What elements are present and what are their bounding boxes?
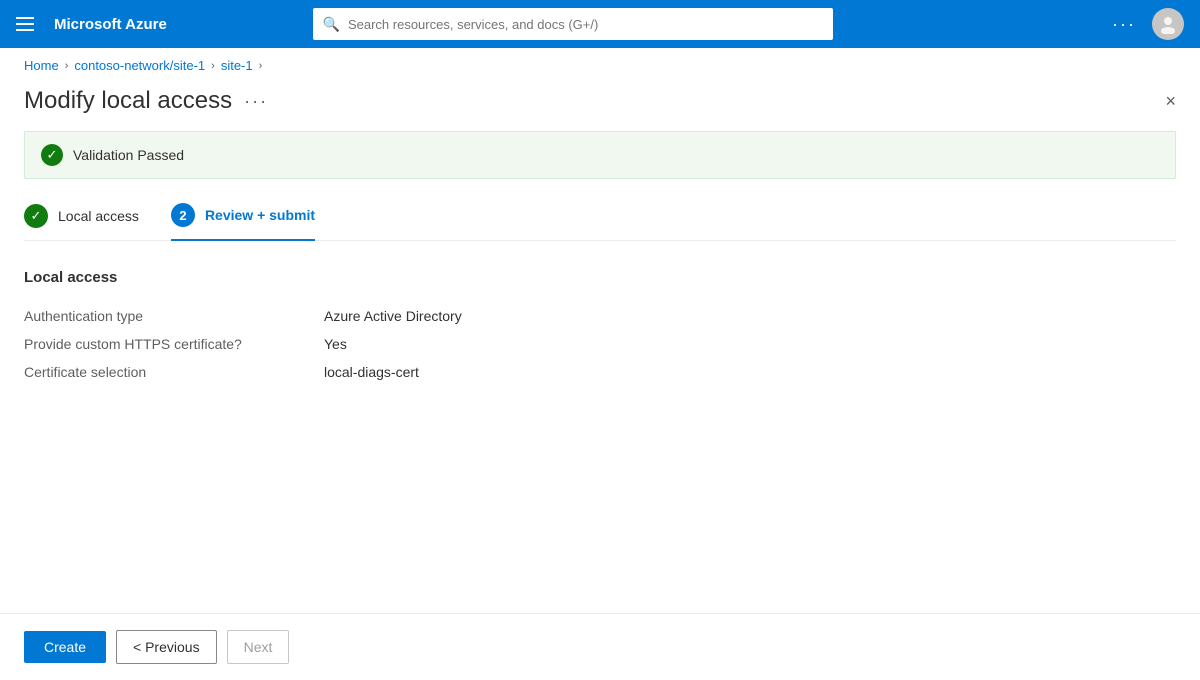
label-https-cert: Provide custom HTTPS certificate? (24, 336, 324, 352)
search-icon: 🔍 (323, 16, 340, 33)
validation-text: Validation Passed (73, 147, 184, 163)
hamburger-icon[interactable] (16, 17, 34, 31)
validation-check-icon: ✓ (41, 144, 63, 166)
local-access-section: Local access Authentication type Azure A… (24, 269, 1176, 386)
label-cert-selection: Certificate selection (24, 364, 324, 380)
brand-title: Microsoft Azure (54, 16, 167, 33)
chevron-icon-1: › (65, 60, 69, 72)
avatar[interactable] (1152, 8, 1184, 40)
step1-check-icon: ✓ (24, 204, 48, 228)
breadcrumb-site[interactable]: site-1 (221, 58, 253, 73)
page-title: Modify local access (24, 87, 232, 115)
main-content: ✓ Validation Passed ✓ Local access 2 Rev… (0, 131, 1200, 613)
label-auth-type: Authentication type (24, 308, 324, 324)
chevron-icon-2: › (211, 60, 215, 72)
nav-actions: ··· (1112, 8, 1184, 40)
step-review-submit[interactable]: 2 Review + submit (171, 203, 315, 241)
breadcrumb-network[interactable]: contoso-network/site-1 (74, 58, 205, 73)
close-icon[interactable]: × (1165, 91, 1176, 112)
next-button: Next (227, 630, 290, 664)
search-bar[interactable]: 🔍 (313, 8, 833, 40)
chevron-icon-3: › (259, 60, 263, 72)
breadcrumb: Home › contoso-network/site-1 › site-1 › (0, 48, 1200, 83)
nav-ellipsis[interactable]: ··· (1112, 14, 1136, 35)
previous-button[interactable]: < Previous (116, 630, 217, 664)
step1-label: Local access (58, 208, 139, 224)
table-row: Certificate selection local-diags-cert (24, 358, 1176, 386)
page-header-left: Modify local access ··· (24, 87, 268, 115)
footer: Create < Previous Next (0, 613, 1200, 680)
value-auth-type: Azure Active Directory (324, 308, 462, 324)
breadcrumb-home[interactable]: Home (24, 58, 59, 73)
step-local-access[interactable]: ✓ Local access (24, 204, 139, 240)
page-more-icon[interactable]: ··· (244, 91, 268, 112)
table-row: Provide custom HTTPS certificate? Yes (24, 330, 1176, 358)
create-button[interactable]: Create (24, 631, 106, 663)
search-input[interactable] (348, 17, 823, 32)
steps: ✓ Local access 2 Review + submit (24, 203, 1176, 241)
details-table: Authentication type Azure Active Directo… (24, 302, 1176, 386)
step2-label: Review + submit (205, 207, 315, 223)
value-cert-selection: local-diags-cert (324, 364, 419, 380)
section-title: Local access (24, 269, 1176, 286)
page-header: Modify local access ··· × (0, 83, 1200, 131)
validation-banner: ✓ Validation Passed (24, 131, 1176, 179)
top-nav: Microsoft Azure 🔍 ··· (0, 0, 1200, 48)
step2-number-badge: 2 (171, 203, 195, 227)
table-row: Authentication type Azure Active Directo… (24, 302, 1176, 330)
value-https-cert: Yes (324, 336, 347, 352)
